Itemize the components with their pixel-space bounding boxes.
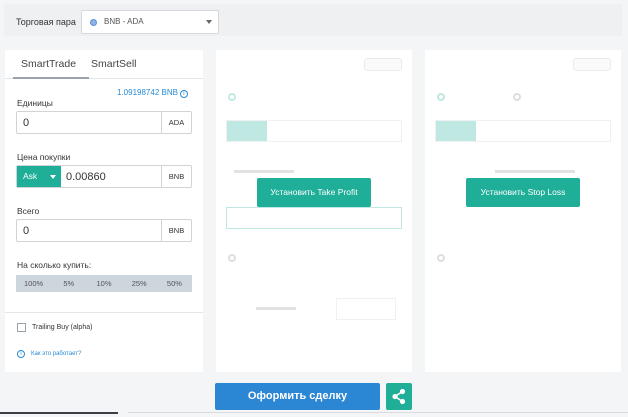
share-button[interactable]: [386, 383, 412, 410]
percent-50[interactable]: 50%: [157, 275, 192, 292]
percent-100[interactable]: 100%: [16, 275, 51, 292]
available-balance-value: 1.09198742 BNB: [117, 88, 178, 97]
share-icon: [392, 388, 406, 405]
price-mode-label: Ask: [23, 171, 38, 181]
placeholder-slider: [234, 170, 294, 173]
trailing-buy-checkbox[interactable]: [17, 323, 26, 332]
price-currency: BNB: [161, 166, 191, 187]
scrollbar-track: [0, 412, 118, 414]
radio-icon: [228, 254, 236, 262]
placeholder-slider: [256, 307, 296, 310]
available-balance[interactable]: 1.09198742 BNB i: [117, 88, 188, 98]
placeholder-field: [336, 298, 396, 320]
pair-label: Торговая пара: [16, 17, 76, 27]
tab-smartsell[interactable]: SmartSell: [91, 58, 137, 70]
stop-loss-placeholder: [425, 50, 621, 372]
place-order-button[interactable]: Оформить сделку: [215, 383, 380, 410]
radio-icon: [228, 93, 236, 101]
divider: [128, 412, 628, 413]
placeholder-field: [226, 120, 402, 142]
toggle-switch: [573, 58, 611, 71]
price-mode-dropdown[interactable]: Ask: [17, 166, 61, 187]
pair-bar: Торговая пара BNB - ADA: [4, 4, 622, 36]
placeholder-field: [435, 120, 611, 142]
info-icon: i: [17, 350, 25, 358]
coin-icon: [90, 19, 97, 26]
chevron-down-icon: [206, 20, 212, 24]
percent-selector: 100% 5% 10% 25% 50%: [16, 275, 192, 292]
percent-5[interactable]: 5%: [51, 275, 86, 292]
active-tab-indicator: [13, 77, 89, 79]
pair-value: BNB - ADA: [104, 17, 144, 26]
placeholder-dropdown: [227, 121, 267, 141]
price-value: 0.00860: [66, 171, 106, 183]
total-label: Всего: [17, 206, 40, 216]
how-it-works-link[interactable]: Как это работает?: [31, 351, 81, 357]
price-label: Цена покупки: [17, 152, 71, 162]
stop-loss-panel: [425, 50, 621, 372]
take-profit-placeholder: [216, 50, 412, 372]
units-value: 0: [23, 117, 30, 129]
pair-select[interactable]: BNB - ADA: [81, 10, 219, 34]
units-label: Единицы: [17, 98, 53, 108]
tab-smarttrade[interactable]: SmartTrade: [21, 58, 76, 70]
percent-25[interactable]: 25%: [122, 275, 157, 292]
set-stop-loss-button[interactable]: Установить Stop Loss: [466, 178, 580, 207]
radio-icon: [437, 254, 445, 262]
placeholder-button: [226, 207, 402, 229]
divider: [5, 312, 203, 313]
total-value: 0: [23, 225, 30, 237]
price-field[interactable]: Ask 0.00860 BNB: [16, 165, 192, 188]
set-take-profit-button[interactable]: Установить Take Profit: [257, 178, 371, 207]
chevron-down-icon: [50, 175, 56, 179]
units-field[interactable]: 0 ADA: [16, 111, 192, 134]
units-currency: ADA: [161, 112, 191, 133]
smarttrade-panel: SmartTrade SmartSell 1.09198742 BNB i Еди…: [5, 50, 203, 372]
placeholder-dropdown: [436, 121, 476, 141]
amount-label: На сколько купить:: [17, 260, 92, 270]
percent-10[interactable]: 10%: [86, 275, 121, 292]
radio-icon: [437, 93, 445, 101]
placeholder-slider: [495, 170, 575, 173]
toggle-switch: [364, 58, 402, 71]
tab-bar: SmartTrade SmartSell: [5, 50, 203, 79]
info-icon: i: [179, 90, 188, 98]
trailing-buy-label: Trailing Buy (alpha): [32, 324, 93, 331]
total-currency: BNB: [161, 220, 191, 241]
radio-icon: [513, 93, 521, 101]
take-profit-panel: [216, 50, 412, 372]
total-field[interactable]: 0 BNB: [16, 219, 192, 242]
